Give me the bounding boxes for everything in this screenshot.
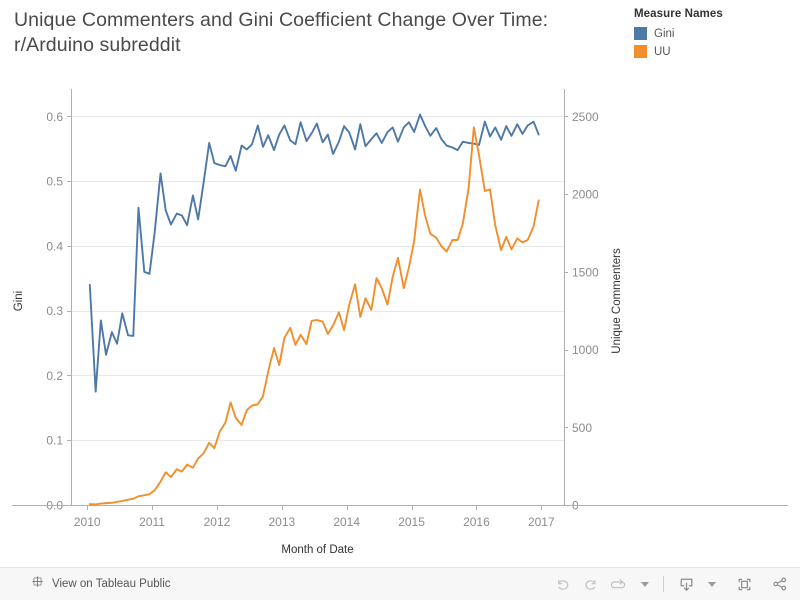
tableau-viz-container: Unique Commenters and Gini Coefficient C…: [0, 0, 800, 600]
fullscreen-icon: [738, 578, 751, 590]
page-title: Unique Commenters and Gini Coefficient C…: [14, 9, 549, 56]
y-axis-left-tick-label: 0.4: [46, 239, 63, 253]
title-block: Unique Commenters and Gini Coefficient C…: [14, 8, 604, 58]
y-axis-right-tick-label: 1500: [572, 265, 599, 279]
undo-button[interactable]: [550, 572, 577, 596]
y-axis-right-tick-label: 2000: [572, 188, 599, 202]
legend-swatch-uu: [634, 45, 647, 58]
y-axis-left-tick-label: 0.6: [46, 110, 63, 124]
x-axis-tick-label: 2010: [74, 515, 101, 529]
y-axis-right-tick-label: 1000: [572, 343, 599, 357]
legend-item-uu[interactable]: UU: [634, 43, 792, 60]
undo-icon: [558, 579, 569, 590]
revert-dropdown-button[interactable]: [633, 572, 654, 596]
chevron-down-icon: [708, 581, 716, 587]
share-button[interactable]: [772, 576, 788, 592]
x-axis-tick-label: 2012: [204, 515, 231, 529]
legend-label-gini: Gini: [654, 27, 675, 40]
revert-button[interactable]: [604, 572, 633, 596]
y-axis-right-title: Unique Commenters: [611, 248, 623, 354]
redo-icon: [585, 579, 596, 590]
y-axis-right-tick-label: 500: [572, 421, 592, 435]
download-dropdown-button[interactable]: [700, 572, 721, 596]
x-axis-title: Month of Date: [281, 544, 353, 556]
revert-icon: [610, 578, 626, 588]
x-axis-tick-label: 2015: [398, 515, 425, 529]
redo-button[interactable]: [577, 572, 604, 596]
x-axis-tick-label: 2017: [528, 515, 555, 529]
x-axis-tick-label: 2014: [333, 515, 360, 529]
tableau-logo-icon: [30, 574, 45, 594]
chart-area[interactable]: 0.0 0.1 0.2 0.3 0.4 0.5 0.6 0 500 1000 1500 2000 250…: [0, 60, 800, 570]
chevron-down-icon: [641, 581, 649, 587]
fullscreen-button[interactable]: [731, 572, 758, 596]
bottom-toolbar: View on Tableau Public: [0, 567, 800, 600]
y-axis-left-tick-label: 0.2: [46, 369, 63, 383]
series-line-uu[interactable]: [88, 126, 540, 506]
view-on-tableau-public-label: View on Tableau Public: [52, 578, 171, 590]
line-chart[interactable]: 0.00.10.20.30.40.50.60500100015002000250…: [0, 60, 800, 570]
legend-swatch-gini: [634, 27, 647, 40]
legend-title: Measure Names: [634, 8, 723, 20]
legend-item-gini[interactable]: Gini: [634, 25, 792, 42]
share-icon: [773, 577, 787, 591]
y-axis-left-tick-label: 0.3: [46, 304, 63, 318]
view-on-tableau-public-link[interactable]: View on Tableau Public: [30, 574, 171, 594]
toolbar-divider: [663, 576, 664, 592]
download-button[interactable]: [673, 572, 700, 596]
y-axis-left-tick-label: 0.1: [46, 434, 63, 448]
x-axis-tick-label: 2011: [139, 515, 165, 529]
y-axis-left-title: Gini: [13, 291, 25, 311]
x-axis-tick-label: 2013: [268, 515, 295, 529]
legend-label-uu: UU: [654, 45, 671, 58]
x-axis-tick-label: 2016: [463, 515, 490, 529]
download-icon: [680, 578, 693, 591]
y-axis-left-tick-label: 0.5: [46, 175, 63, 189]
toolbar-actions: [550, 572, 788, 596]
legend: Measure Names Gini UU: [634, 8, 792, 61]
y-axis-right-tick-label: 2500: [572, 110, 599, 124]
